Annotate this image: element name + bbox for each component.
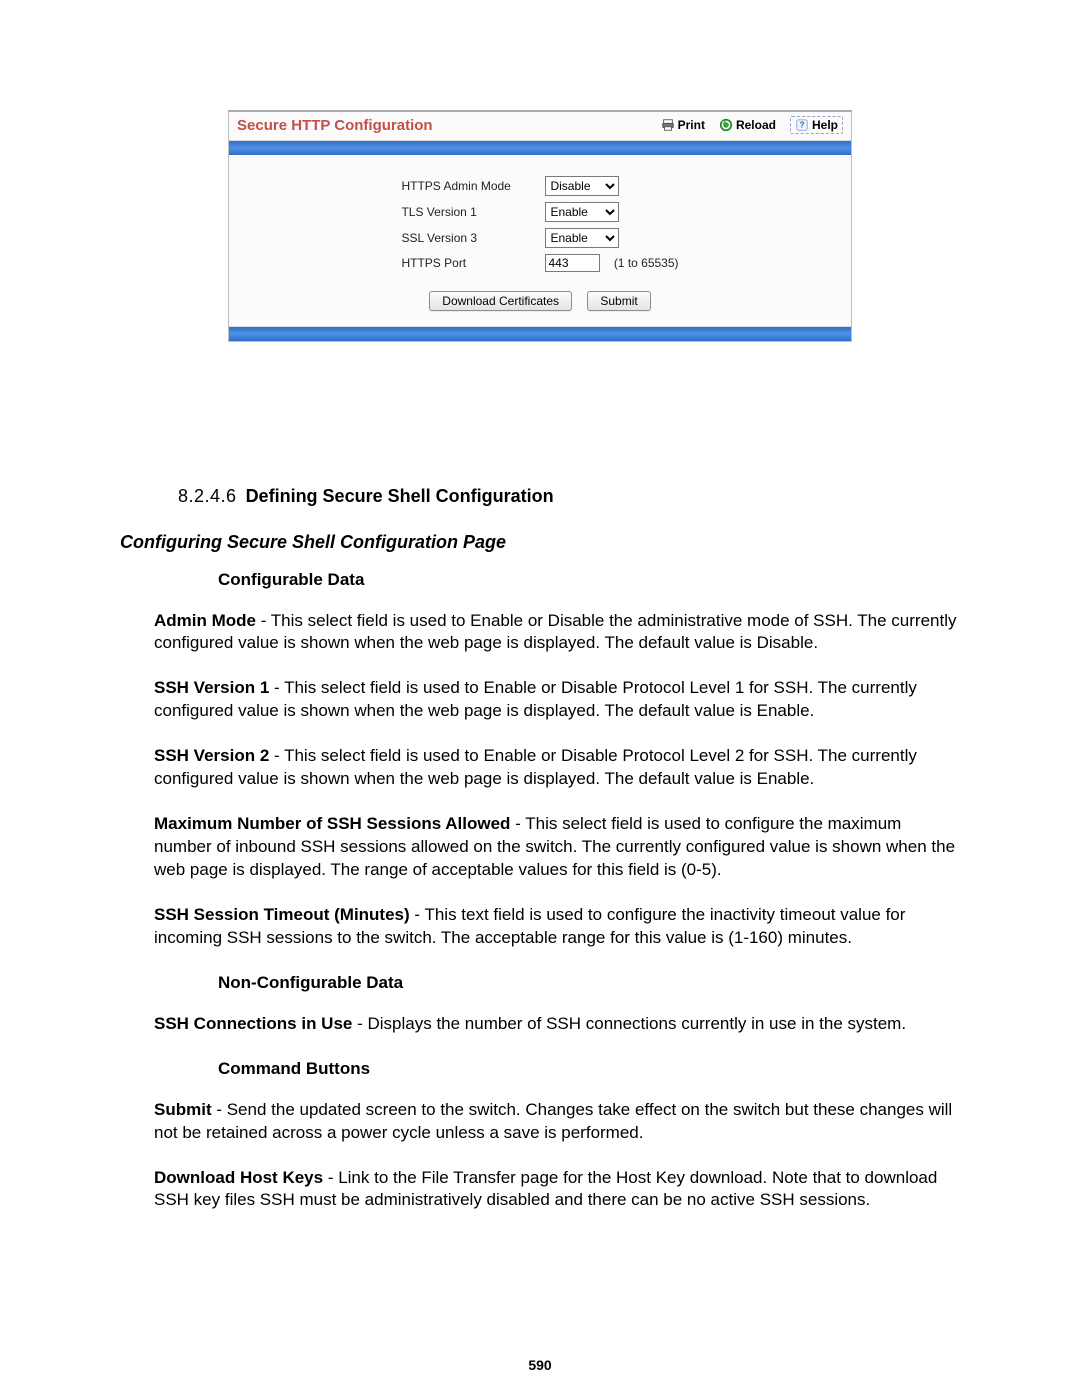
para-max-sessions: Maximum Number of SSH Sessions Allowed -… [154, 813, 960, 882]
section-title: Defining Secure Shell Configuration [246, 486, 554, 506]
page-subtitle: Configuring Secure Shell Configuration P… [120, 530, 960, 554]
print-icon [661, 118, 675, 132]
help-icon: ? [795, 118, 809, 132]
page-number: 590 [0, 1357, 1080, 1373]
configurable-heading: Configurable Data [218, 569, 960, 592]
submit-button[interactable]: Submit [587, 291, 650, 311]
https-admin-label: HTTPS Admin Mode [395, 173, 539, 199]
para-ssh-v2: SSH Version 2 - This select field is use… [154, 745, 960, 791]
tls1-select[interactable]: Enable [545, 202, 619, 222]
help-label: Help [812, 118, 838, 132]
document-body: 8.2.4.6 Defining Secure Shell Configurat… [120, 484, 960, 1212]
https-admin-select[interactable]: Disable [545, 176, 619, 196]
header-divider [229, 141, 851, 155]
https-port-hint: (1 to 65535) [604, 256, 679, 270]
svg-text:?: ? [800, 121, 805, 130]
help-button[interactable]: ? Help [790, 116, 843, 134]
print-label: Print [678, 118, 705, 132]
para-ssh-v1: SSH Version 1 - This select field is use… [154, 677, 960, 723]
para-submit: Submit - Send the updated screen to the … [154, 1099, 960, 1145]
download-certificates-button[interactable]: Download Certificates [429, 291, 572, 311]
https-port-input[interactable] [545, 254, 600, 272]
section-number: 8.2.4.6 [178, 486, 237, 506]
reload-icon [719, 118, 733, 132]
https-port-label: HTTPS Port [395, 251, 539, 275]
section-heading: 8.2.4.6 Defining Secure Shell Configurat… [178, 484, 960, 508]
ssl3-label: SSL Version 3 [395, 225, 539, 251]
panel-title: Secure HTTP Configuration [237, 117, 661, 134]
ssl3-select[interactable]: Enable [545, 228, 619, 248]
command-buttons-heading: Command Buttons [218, 1058, 960, 1081]
nonconfigurable-heading: Non-Configurable Data [218, 972, 960, 995]
panel-header: Secure HTTP Configuration Print [229, 112, 851, 141]
para-timeout: SSH Session Timeout (Minutes) - This tex… [154, 904, 960, 950]
para-conn-in-use: SSH Connections in Use - Displays the nu… [154, 1013, 960, 1036]
panel-body: HTTPS Admin Mode Disable TLS Version 1 E… [229, 155, 851, 325]
reload-label: Reload [736, 118, 776, 132]
footer-divider [229, 326, 851, 341]
para-download-host-keys: Download Host Keys - Link to the File Tr… [154, 1167, 960, 1213]
print-button[interactable]: Print [661, 118, 705, 132]
config-panel: Secure HTTP Configuration Print [228, 110, 852, 344]
tls1-label: TLS Version 1 [395, 199, 539, 225]
reload-button[interactable]: Reload [719, 118, 776, 132]
config-form: HTTPS Admin Mode Disable TLS Version 1 E… [395, 173, 684, 275]
para-admin-mode: Admin Mode - This select field is used t… [154, 610, 960, 656]
